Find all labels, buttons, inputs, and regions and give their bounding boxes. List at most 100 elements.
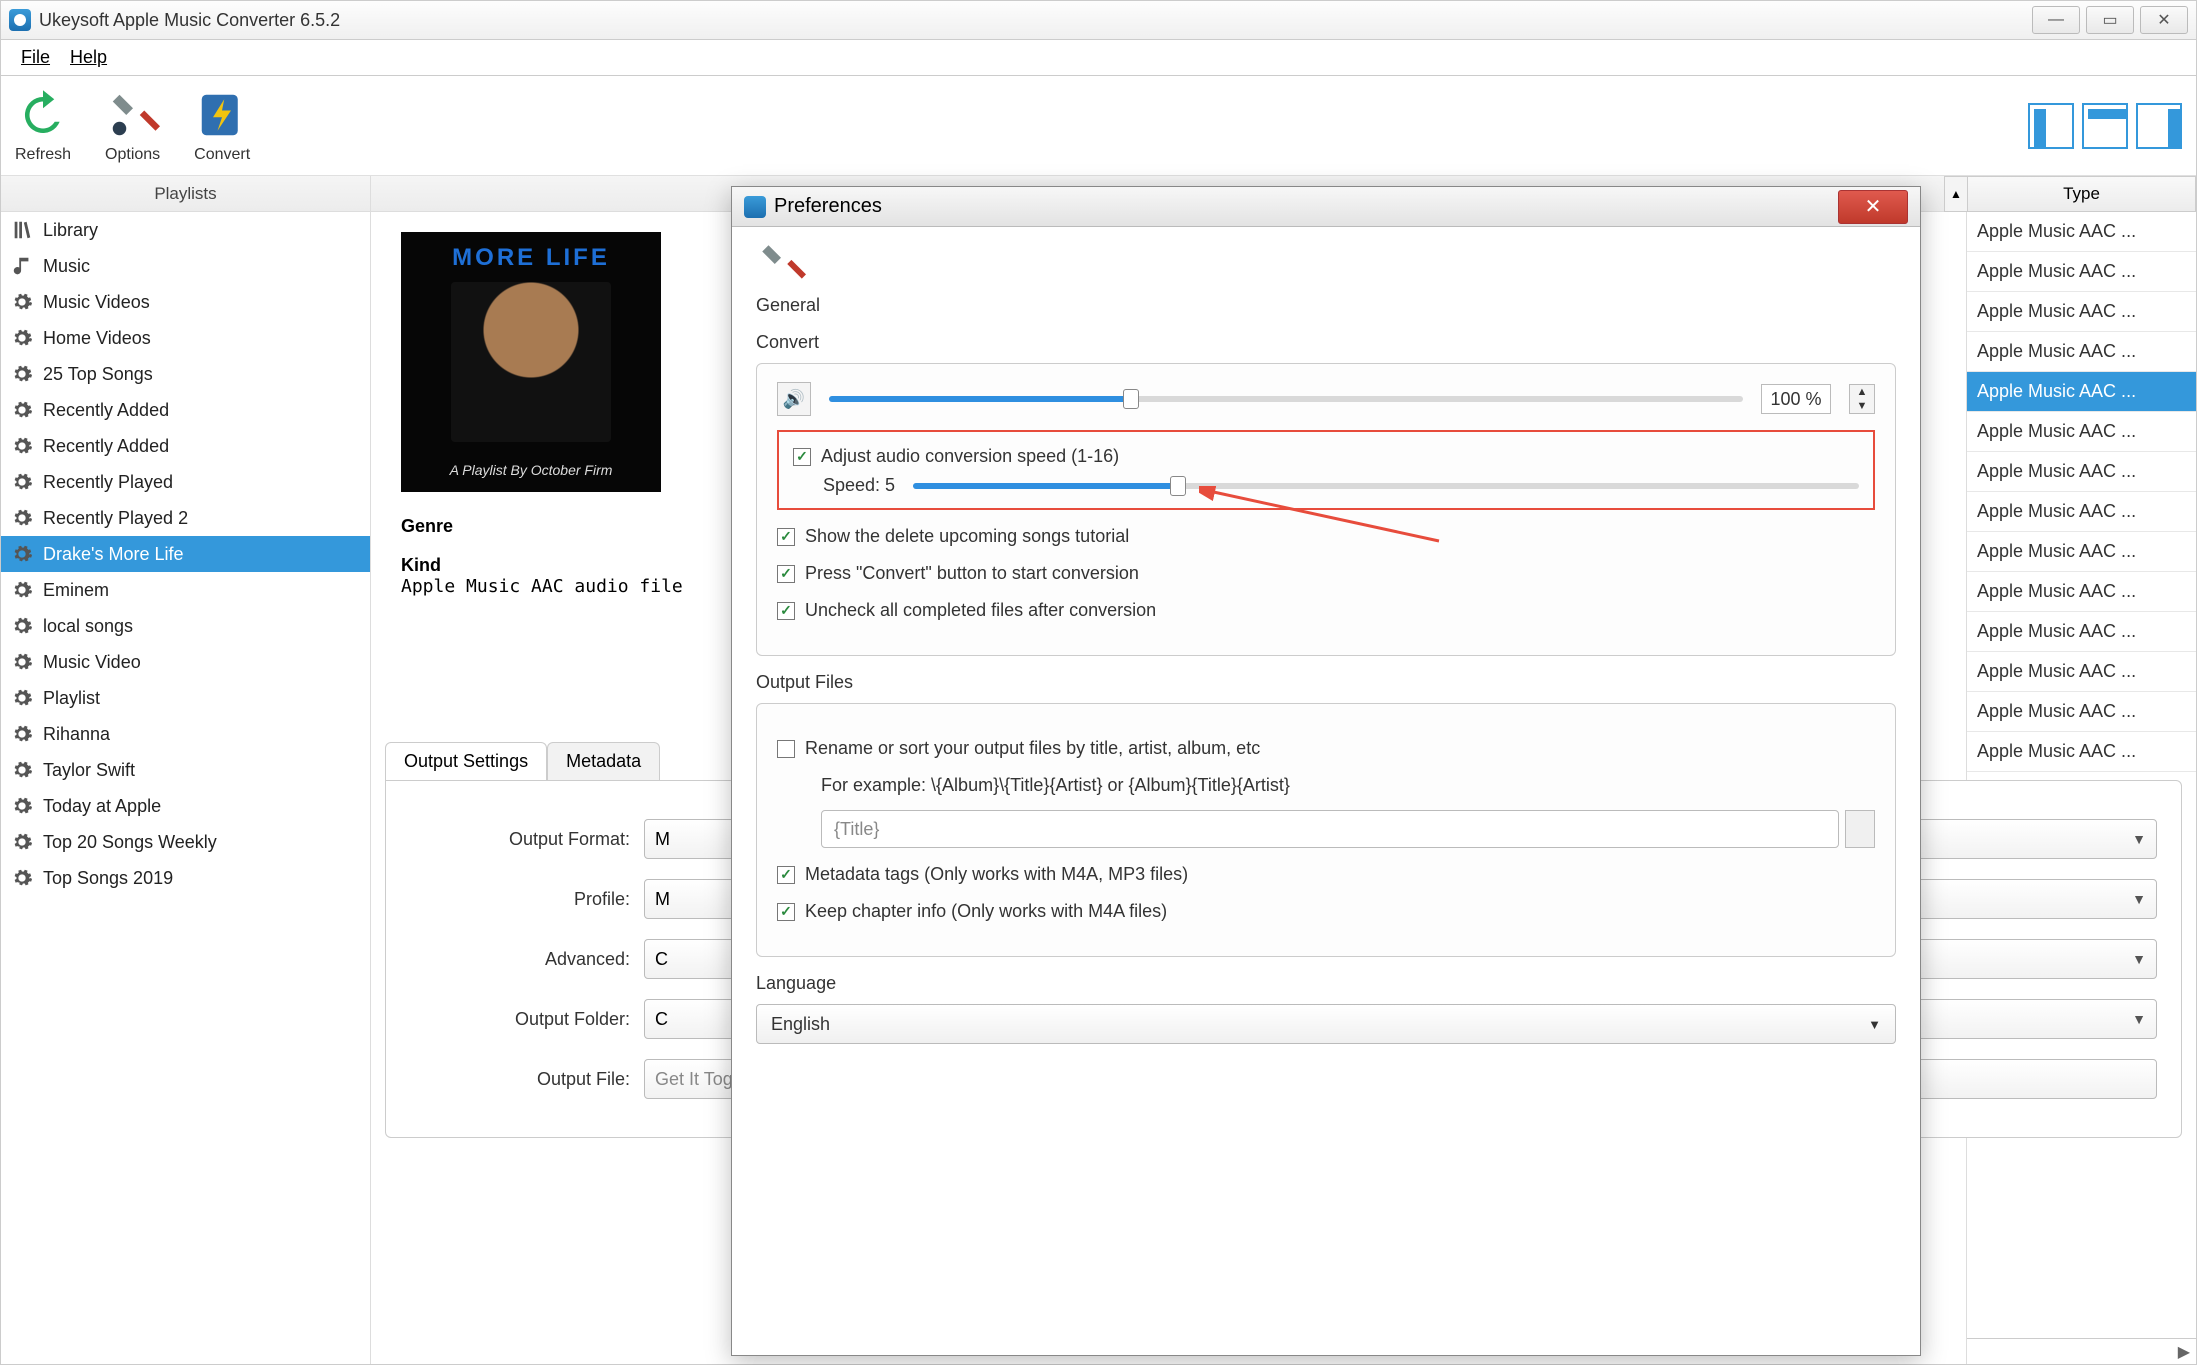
type-row[interactable]: Apple Music AAC ... [1967, 212, 2196, 252]
speaker-icon[interactable]: 🔊 [777, 382, 811, 416]
type-row[interactable]: Apple Music AAC ... [1967, 412, 2196, 452]
speed-slider[interactable] [913, 483, 1859, 489]
album-title: MORE LIFE [452, 244, 610, 272]
type-header[interactable]: ▲ Type [1967, 176, 2196, 212]
layout-right-button[interactable] [2136, 103, 2182, 149]
gear-icon [11, 615, 33, 637]
volume-slider[interactable] [829, 396, 1743, 402]
sidebar-item-label: Recently Played [43, 472, 173, 493]
sidebar-item[interactable]: local songs [1, 608, 370, 644]
sidebar-item[interactable]: Library [1, 212, 370, 248]
menu-help[interactable]: Help [60, 43, 117, 72]
gear-icon [11, 327, 33, 349]
tools-icon [756, 239, 806, 289]
metadata-tags-checkbox[interactable] [777, 866, 795, 884]
sidebar-item-label: Eminem [43, 580, 109, 601]
type-row[interactable]: Apple Music AAC ... [1967, 492, 2196, 532]
convert-label: Convert [194, 146, 250, 164]
rename-template-browse[interactable] [1845, 810, 1875, 848]
gear-icon [11, 579, 33, 601]
sidebar-item[interactable]: Music Video [1, 644, 370, 680]
close-button[interactable]: ✕ [2140, 6, 2188, 34]
type-row[interactable]: Apple Music AAC ... [1967, 292, 2196, 332]
sidebar-item[interactable]: Taylor Swift [1, 752, 370, 788]
maximize-button[interactable]: ▭ [2086, 6, 2134, 34]
sidebar-item[interactable]: Recently Added [1, 428, 370, 464]
sidebar-item[interactable]: Recently Added [1, 392, 370, 428]
options-button[interactable]: Options [105, 88, 160, 164]
refresh-button[interactable]: Refresh [15, 88, 71, 164]
general-tab[interactable]: General [756, 239, 1896, 316]
gear-icon [11, 759, 33, 781]
layout-left-button[interactable] [2028, 103, 2074, 149]
general-label: General [756, 295, 820, 316]
playlists-list[interactable]: Library MusicMusic VideosHome Videos 25 To… [1, 212, 370, 1364]
sort-indicator-icon[interactable]: ▲ [1944, 176, 1968, 212]
gear-icon [11, 507, 33, 529]
sidebar-item[interactable]: Music [1, 248, 370, 284]
speed-row: Speed: 5 [823, 475, 1859, 496]
menu-file[interactable]: File [11, 43, 60, 72]
adjust-speed-checkbox[interactable] [793, 448, 811, 466]
sidebar-item[interactable]: Playlist [1, 680, 370, 716]
show-delete-checkbox[interactable] [777, 528, 795, 546]
rename-template-input[interactable]: {Title} [821, 810, 1839, 848]
type-row[interactable]: Apple Music AAC ... [1967, 572, 2196, 612]
sidebar-item-label: 25 Top Songs [43, 364, 153, 385]
layout-top-button[interactable] [2082, 103, 2128, 149]
type-row[interactable]: Apple Music AAC ... [1967, 612, 2196, 652]
sidebar-item[interactable]: Music Videos [1, 284, 370, 320]
uncheck-all-checkbox[interactable] [777, 602, 795, 620]
sidebar-item-label: Library [43, 220, 98, 241]
sidebar-item-label: Taylor Swift [43, 760, 135, 781]
convert-icon [195, 88, 249, 142]
sidebar-item-label: Rihanna [43, 724, 110, 745]
sidebar-item[interactable]: Drake's More Life [1, 536, 370, 572]
horizontal-scroll-hint[interactable]: ▶ [1967, 1338, 2196, 1364]
sidebar-item[interactable]: Recently Played [1, 464, 370, 500]
type-row[interactable]: Apple Music AAC ... [1967, 332, 2196, 372]
type-header-label: Type [2063, 184, 2100, 204]
dialog-title-bar[interactable]: Preferences ✕ [732, 187, 1920, 227]
album-subtitle: A Playlist By October Firm [450, 462, 613, 478]
tab-metadata[interactable]: Metadata [547, 742, 660, 780]
sidebar-item[interactable]: Recently Played 2 [1, 500, 370, 536]
sidebar-item[interactable]: Top 20 Songs Weekly [1, 824, 370, 860]
sidebar-item-label: Recently Added [43, 400, 169, 421]
output-folder-label: Output Folder: [410, 1009, 630, 1030]
volume-stepper[interactable]: ▲▼ [1849, 384, 1875, 414]
sidebar-item[interactable]: Home Videos [1, 320, 370, 356]
type-row[interactable]: Apple Music AAC ... [1967, 532, 2196, 572]
window-title: Ukeysoft Apple Music Converter 6.5.2 [39, 10, 340, 31]
type-row[interactable]: Apple Music AAC ... [1967, 372, 2196, 412]
keep-chapter-label: Keep chapter info (Only works with M4A f… [805, 901, 1167, 922]
show-delete-label: Show the delete upcoming songs tutorial [805, 526, 1129, 547]
volume-percent: 100 % [1761, 384, 1831, 414]
type-row[interactable]: Apple Music AAC ... [1967, 692, 2196, 732]
gear-icon [11, 723, 33, 745]
refresh-icon [16, 88, 70, 142]
type-row[interactable]: Apple Music AAC ... [1967, 452, 2196, 492]
dialog-close-button[interactable]: ✕ [1838, 190, 1908, 224]
sidebar-item[interactable]: Top Songs 2019 [1, 860, 370, 896]
keep-chapter-checkbox[interactable] [777, 903, 795, 921]
toolbar: Refresh Options Convert [1, 76, 2196, 176]
playlists-header: Playlists [1, 176, 370, 212]
app-icon [9, 9, 31, 31]
sidebar-item[interactable]: Today at Apple [1, 788, 370, 824]
minimize-button[interactable]: — [2032, 6, 2080, 34]
sidebar-item-label: Recently Played 2 [43, 508, 188, 529]
volume-row: 🔊 100 % ▲▼ [777, 382, 1875, 416]
press-convert-checkbox[interactable] [777, 565, 795, 583]
sidebar-item[interactable]: Rihanna [1, 716, 370, 752]
rename-label: Rename or sort your output files by titl… [805, 738, 1260, 759]
sidebar-item[interactable]: 25 Top Songs [1, 356, 370, 392]
type-row[interactable]: Apple Music AAC ... [1967, 252, 2196, 292]
rename-checkbox[interactable] [777, 740, 795, 758]
convert-button[interactable]: Convert [194, 88, 250, 164]
tab-output-settings[interactable]: Output Settings [385, 742, 547, 780]
sidebar-item[interactable]: Eminem [1, 572, 370, 608]
language-select[interactable]: English ▼ [756, 1004, 1896, 1044]
type-row[interactable]: Apple Music AAC ... [1967, 652, 2196, 692]
title-bar: Ukeysoft Apple Music Converter 6.5.2 — ▭… [0, 0, 2197, 40]
